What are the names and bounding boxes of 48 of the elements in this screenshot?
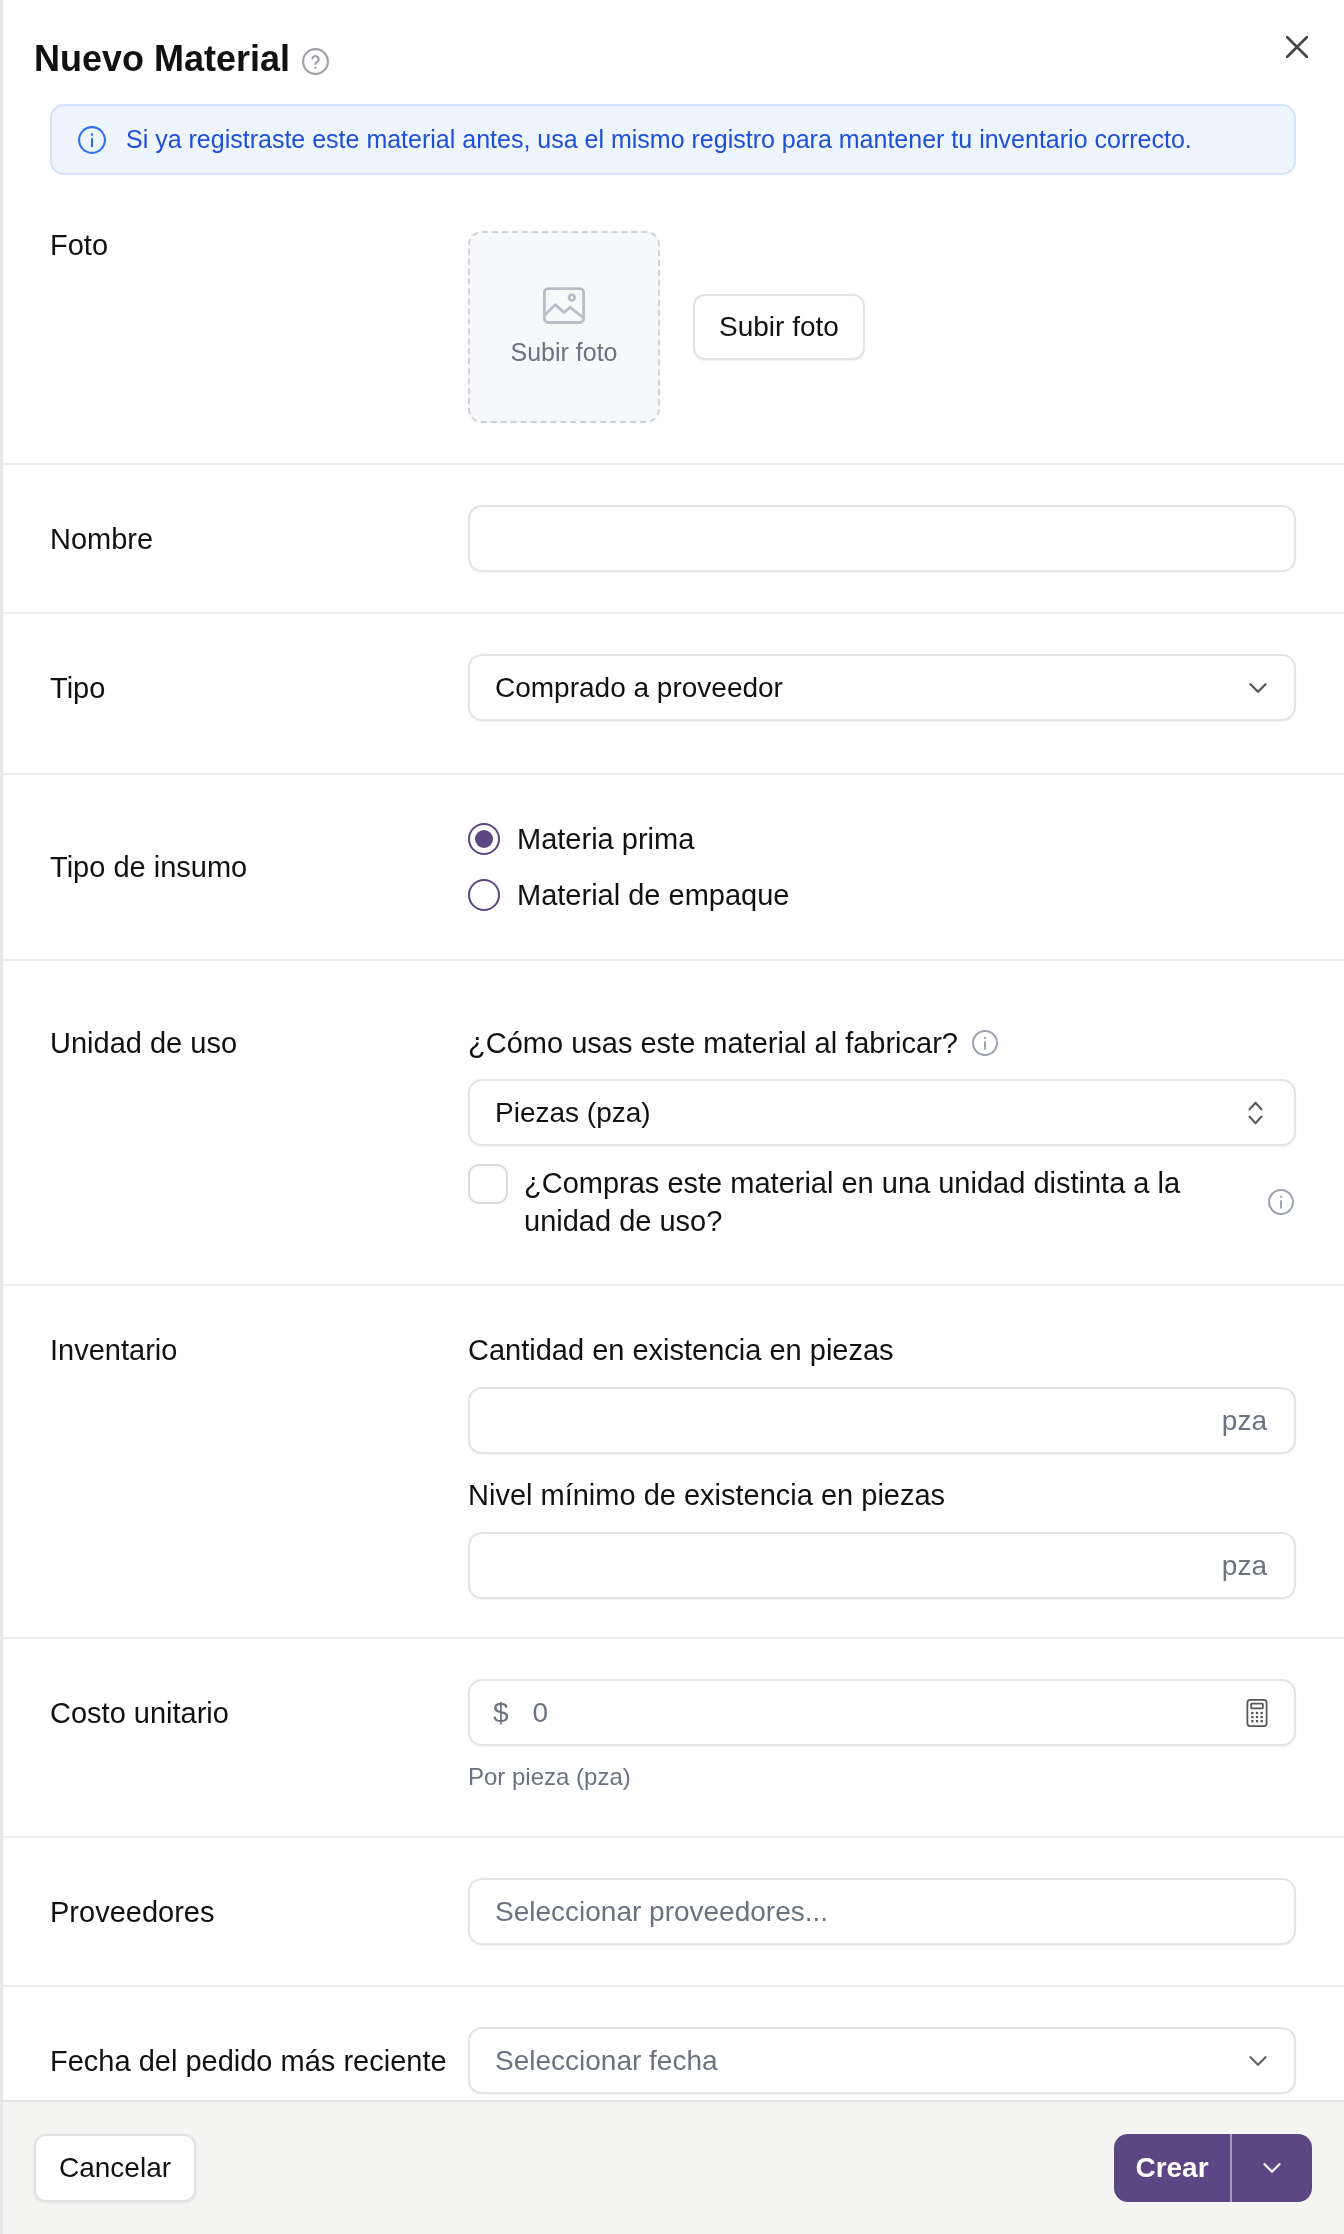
create-button[interactable]: Crear: [1114, 2134, 1230, 2202]
quantity-field[interactable]: pza: [468, 1532, 1296, 1599]
field-label: Nivel mínimo de existencia en piezas: [468, 1478, 947, 1513]
upload-photo-button[interactable]: Subir foto: [693, 294, 865, 360]
more-options-button[interactable]: [1230, 2134, 1312, 2202]
chevron-down-icon: [1249, 682, 1267, 693]
radio-label: Material de empaque: [517, 878, 790, 913]
name-field[interactable]: [468, 505, 1296, 572]
chevron-down-icon: [1249, 2055, 1267, 2066]
field-label: Unidad de uso: [50, 1026, 238, 1061]
field-label: Tipo de insumo: [50, 850, 248, 885]
field-label: Proveedores: [50, 1894, 215, 1930]
unit-select[interactable]: Piezas (pza): [468, 1079, 1296, 1146]
radio-button[interactable]: [468, 879, 500, 911]
info-icon: [1268, 1189, 1294, 1215]
field-label: Foto: [50, 228, 109, 263]
quantity-field[interactable]: pza: [468, 1387, 1296, 1454]
calculator-icon[interactable]: [1246, 1698, 1268, 1727]
close-icon[interactable]: [1286, 36, 1308, 58]
image-icon: [543, 287, 585, 324]
suppliers-field[interactable]: Seleccionar proveedores...: [468, 1878, 1296, 1945]
checkbox-label: ¿Compras este material en una unidad distinta a la unidad de uso?: [524, 1166, 1182, 1239]
date-select[interactable]: Seleccionar fecha: [468, 2027, 1296, 2094]
helper-text: Por pieza (pza): [468, 1762, 632, 1792]
info-icon: [972, 1030, 998, 1056]
banner-message: Si ya registraste este material antes, usa el mismo registro para mantener tu inventario correcto.: [126, 125, 1192, 154]
cost-field[interactable]: $ 0: [468, 1679, 1296, 1746]
radio-label: Materia prima: [517, 822, 695, 857]
field-label: Costo unitario: [50, 1695, 229, 1731]
cancel-button[interactable]: Cancelar: [34, 2134, 197, 2202]
field-label: Inventario: [50, 1333, 178, 1368]
help-icon[interactable]: [302, 47, 330, 75]
dialog-title: Nuevo Material: [34, 37, 291, 81]
type-select[interactable]: Comprado a proveedor: [468, 654, 1296, 721]
info-icon: [78, 125, 106, 154]
field-label: Cantidad en existencia en piezas: [468, 1333, 895, 1368]
unit-suffix: pza: [1221, 1404, 1267, 1437]
field-label: Fecha del pedido más reciente: [50, 2043, 447, 2079]
currency-symbol: $: [493, 1696, 509, 1729]
field-label: Tipo: [50, 670, 106, 706]
checkbox[interactable]: [468, 1164, 508, 1204]
unit-suffix: pza: [1221, 1549, 1267, 1582]
field-label: Nombre: [50, 521, 154, 557]
up-down-chevron-icon: [1248, 1100, 1263, 1125]
caret-icon: [1263, 2163, 1281, 2173]
photo-dropzone[interactable]: Subir foto: [468, 231, 660, 423]
radio-button[interactable]: [468, 823, 500, 855]
question-label: ¿Cómo usas este material al fabricar?: [468, 1026, 958, 1061]
